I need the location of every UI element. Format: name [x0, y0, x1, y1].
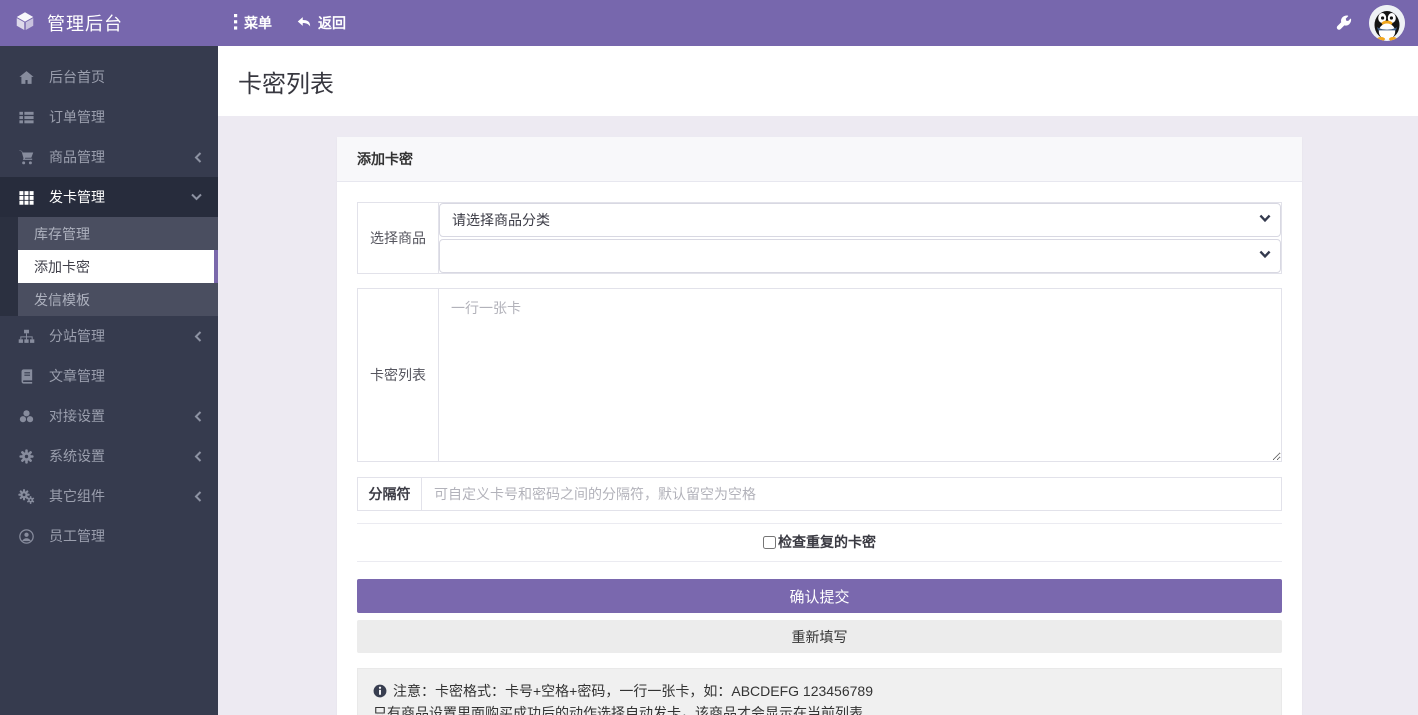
sidebar-item-label: 发卡管理 [49, 189, 105, 205]
submenu-item-add-card[interactable]: 添加卡密 [18, 250, 218, 283]
topbar-right [1336, 5, 1418, 41]
sidebar-item-label: 系统设置 [49, 448, 105, 464]
info-circle-icon [373, 684, 387, 698]
sidebar-item-label: 后台首页 [49, 69, 105, 85]
sidebar-item-products[interactable]: 商品管理 [0, 137, 218, 177]
gears-icon [16, 488, 37, 505]
chevron-left-icon [194, 410, 202, 422]
separator-input[interactable] [422, 478, 1281, 510]
chevron-down-icon [191, 193, 202, 201]
reply-arrow-icon [296, 14, 312, 32]
ellipsis-v-icon [233, 13, 238, 33]
sidebar-item-label: 员工管理 [49, 528, 105, 544]
note-line-1: 注意：卡密格式：卡号+空格+密码，一行一张卡，如：ABCDEFG 1234567… [393, 683, 873, 699]
panel-body: 选择商品 请选择商品分类 卡密列表 一行一张卡 分隔符 可自定义卡号和密码之间的… [337, 182, 1302, 715]
sidebar-item-orders[interactable]: 订单管理 [0, 97, 218, 137]
submenu-item-stock[interactable]: 库存管理 [18, 217, 218, 250]
chevron-left-icon [194, 330, 202, 342]
panel-title: 添加卡密 [357, 151, 413, 167]
book-icon [16, 368, 37, 385]
sidebar-item-api-settings[interactable]: 对接设置 [0, 396, 218, 436]
duplicate-checkbox-label[interactable]: 检查重复的卡密 [778, 532, 876, 552]
submit-button[interactable]: 确认提交 [357, 579, 1282, 613]
back-button[interactable]: 返回 [296, 13, 346, 33]
sidebar-item-label: 对接设置 [49, 408, 105, 424]
sidebar-item-label: 订单管理 [49, 109, 105, 125]
chevron-left-icon [194, 450, 202, 462]
user-avatar[interactable] [1369, 5, 1405, 41]
product-selects: 请选择商品分类 [439, 203, 1281, 273]
card-list-area [439, 289, 1281, 461]
home-icon [16, 69, 37, 86]
page-header: 卡密列表 [218, 46, 1418, 116]
back-label: 返回 [318, 15, 346, 31]
menu-toggle[interactable]: 菜单 [233, 13, 272, 33]
sidebar-item-card-management[interactable]: 发卡管理 [0, 177, 218, 217]
panel-header: 添加卡密 [337, 137, 1302, 182]
sitemap-icon [16, 328, 37, 345]
content-area: 添加卡密 选择商品 请选择商品分类 卡密列表 一行一张卡 分隔符 可自定义卡号和… [218, 116, 1418, 715]
grid-icon [16, 189, 37, 206]
submenu-item-label: 添加卡密 [34, 258, 90, 275]
topnav: 菜单 返回 [233, 13, 346, 33]
chevron-left-icon [194, 151, 202, 163]
brand-title: 管理后台 [47, 14, 123, 34]
user-circle-icon [16, 528, 37, 545]
submenu-item-label: 发信模板 [34, 291, 90, 308]
brand: 管理后台 [0, 10, 218, 37]
card-management-submenu: 库存管理 添加卡密 发信模板 [0, 217, 218, 316]
modules-icon [16, 408, 37, 425]
product-select-label: 选择商品 [358, 203, 439, 273]
add-card-panel: 添加卡密 选择商品 请选择商品分类 卡密列表 一行一张卡 分隔符 可自定义卡号和… [337, 137, 1302, 715]
topbar: 管理后台 菜单 返回 [0, 0, 1418, 46]
note-box: 注意：卡密格式：卡号+空格+密码，一行一张卡，如：ABCDEFG 1234567… [357, 668, 1282, 715]
product-select[interactable] [439, 239, 1281, 273]
cart-icon [16, 149, 37, 166]
separator-label: 分隔符 [358, 478, 422, 510]
card-list-row: 卡密列表 [357, 288, 1282, 462]
card-list-label: 卡密列表 [358, 289, 439, 461]
sidebar-item-label: 分站管理 [49, 328, 105, 344]
cube-logo-icon [14, 10, 36, 37]
gear-icon [16, 448, 37, 465]
duplicate-check-row: 检查重复的卡密 [357, 523, 1282, 562]
sidebar-item-substation[interactable]: 分站管理 [0, 316, 218, 356]
sidebar-item-label: 商品管理 [49, 149, 105, 165]
sidebar-item-label: 文章管理 [49, 368, 105, 384]
submenu-item-label: 库存管理 [34, 225, 90, 242]
card-list-textarea[interactable] [439, 289, 1281, 461]
sidebar-item-articles[interactable]: 文章管理 [0, 356, 218, 396]
reset-button[interactable]: 重新填写 [357, 620, 1282, 653]
sidebar-item-other-components[interactable]: 其它组件 [0, 476, 218, 516]
note-line-2: 只有商品设置里面购买成功后的动作选择自动发卡，该商品才会显示在当前列表 [373, 705, 863, 715]
main-content: 卡密列表 添加卡密 选择商品 请选择商品分类 卡密列表 一行一张卡 分隔符 可自… [218, 46, 1418, 715]
sidebar-item-label: 其它组件 [49, 488, 105, 504]
submenu-item-mail-template[interactable]: 发信模板 [18, 283, 218, 316]
product-select-row: 选择商品 请选择商品分类 [357, 202, 1282, 274]
sidebar-item-system-settings[interactable]: 系统设置 [0, 436, 218, 476]
duplicate-checkbox[interactable] [763, 535, 776, 549]
sidebar: 后台首页 订单管理 商品管理 发卡管理 库存管理 添加卡密 发信模板 分站管理 … [0, 46, 218, 715]
menu-label: 菜单 [244, 15, 272, 31]
sidebar-item-staff[interactable]: 员工管理 [0, 516, 218, 556]
sidebar-item-home[interactable]: 后台首页 [0, 57, 218, 97]
category-select[interactable]: 请选择商品分类 [439, 203, 1281, 237]
separator-row: 分隔符 [357, 477, 1282, 511]
wrench-icon[interactable] [1336, 15, 1352, 31]
list-icon [16, 109, 37, 126]
page-title: 卡密列表 [238, 70, 334, 98]
chevron-left-icon [194, 490, 202, 502]
